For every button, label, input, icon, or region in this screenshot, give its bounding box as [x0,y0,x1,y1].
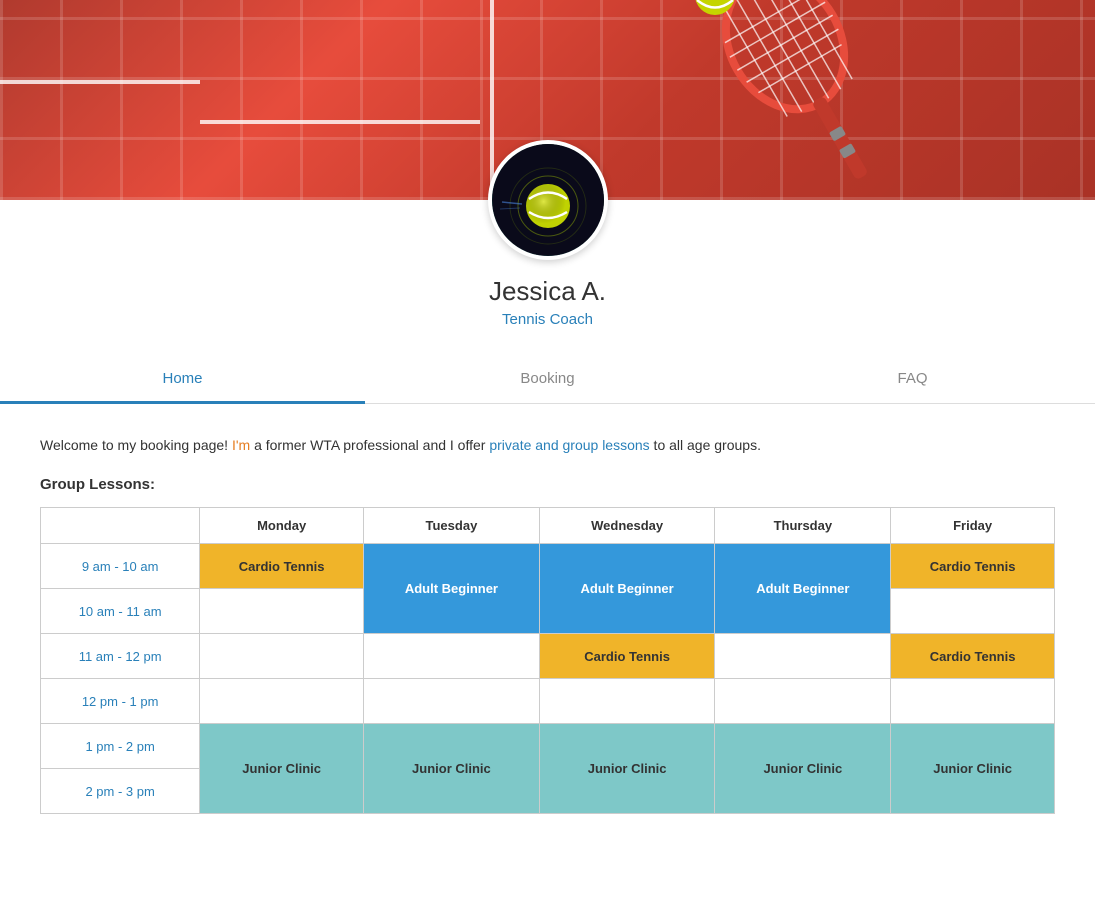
wednesday-cardio-tennis: Cardio Tennis [539,634,715,679]
table-row: 12 pm - 1 pm [41,679,1055,724]
monday-junior-clinic: Junior Clinic [200,724,364,814]
time-cell: 1 pm - 2 pm [41,724,200,769]
welcome-paragraph: Welcome to my booking page! I'm a former… [40,434,1055,456]
thursday-empty [715,634,891,679]
wednesday-adult-beginner: Adult Beginner [539,544,715,634]
col-tuesday: Tuesday [364,508,540,544]
tuesday-empty [364,634,540,679]
time-cell: 12 pm - 1 pm [41,679,200,724]
main-content: Welcome to my booking page! I'm a former… [0,404,1095,844]
monday-empty [200,589,364,634]
tab-booking[interactable]: Booking [365,356,730,404]
table-row: 9 am - 10 am Cardio Tennis Adult Beginne… [41,544,1055,589]
table-row: 1 pm - 2 pm Junior Clinic Junior Clinic … [41,724,1055,769]
tuesday-empty [364,679,540,724]
wednesday-empty [539,679,715,724]
thursday-adult-beginner: Adult Beginner [715,544,891,634]
wednesday-junior-clinic: Junior Clinic [539,724,715,814]
monday-empty [200,634,364,679]
tuesday-adult-beginner: Adult Beginner [364,544,540,634]
table-header-row: Monday Tuesday Wednesday Thursday Friday [41,508,1055,544]
profile-name: Jessica A. [489,276,606,307]
racket-icon [595,0,895,200]
col-wednesday: Wednesday [539,508,715,544]
time-cell: 11 am - 12 pm [41,634,200,679]
col-monday: Monday [200,508,364,544]
tuesday-junior-clinic: Junior Clinic [364,724,540,814]
tab-home[interactable]: Home [0,356,365,404]
tab-faq[interactable]: FAQ [730,356,1095,404]
schedule-table: Monday Tuesday Wednesday Thursday Friday… [40,507,1055,814]
table-row: 11 am - 12 pm Cardio Tennis Cardio Tenni… [41,634,1055,679]
time-cell: 2 pm - 3 pm [41,769,200,814]
friday-empty [891,589,1055,634]
thursday-empty [715,679,891,724]
col-time [41,508,200,544]
profile-role: Tennis Coach [489,311,606,328]
thursday-junior-clinic: Junior Clinic [715,724,891,814]
friday-junior-clinic: Junior Clinic [891,724,1055,814]
name-title-block: Jessica A. Tennis Coach [489,276,606,328]
time-cell: 10 am - 11 am [41,589,200,634]
friday-empty [891,679,1055,724]
avatar [488,140,608,260]
col-thursday: Thursday [715,508,891,544]
monday-empty [200,679,364,724]
col-friday: Friday [891,508,1055,544]
friday-cardio-tennis-1: Cardio Tennis [891,544,1055,589]
time-cell: 9 am - 10 am [41,544,200,589]
monday-cardio-tennis-1: Cardio Tennis [200,544,364,589]
nav-tabs: Home Booking FAQ [0,356,1095,404]
avatar-image [492,144,604,256]
group-lessons-heading: Group Lessons: [40,476,1055,493]
profile-section: Jessica A. Tennis Coach Home Booking FAQ [0,200,1095,404]
friday-cardio-tennis-2: Cardio Tennis [891,634,1055,679]
